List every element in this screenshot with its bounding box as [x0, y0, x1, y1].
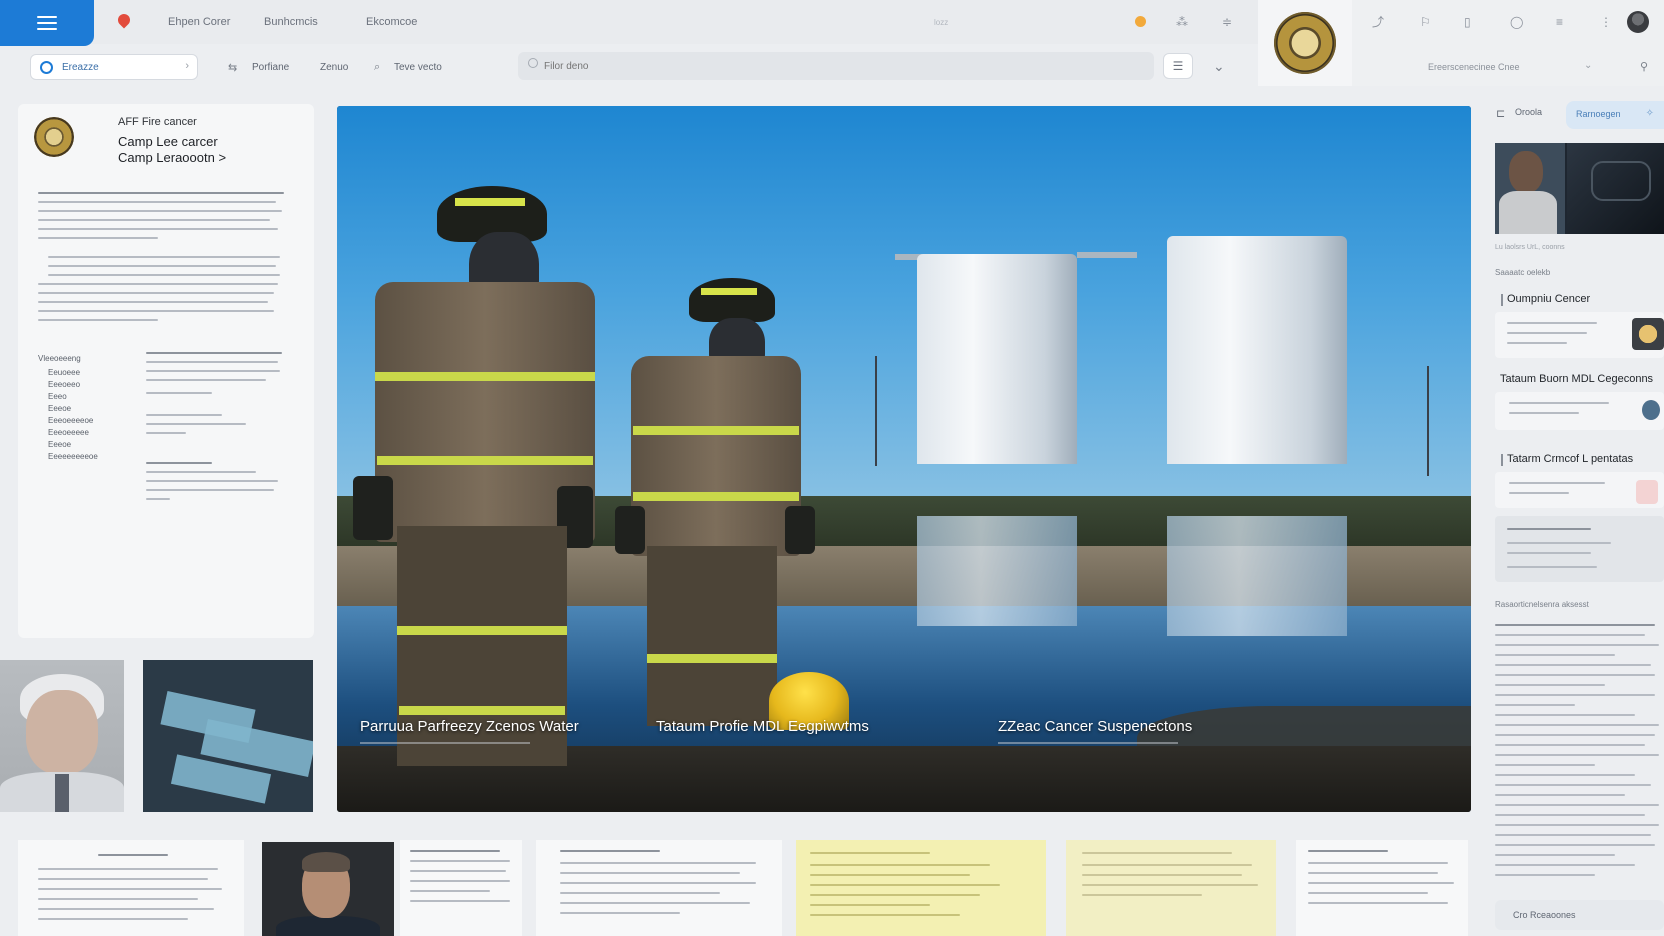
menu-button[interactable]: [0, 0, 94, 46]
more-icon[interactable]: ⋮: [1600, 15, 1612, 29]
load-more-button[interactable]: Cro Rceaoones: [1495, 900, 1664, 930]
translate-icon[interactable]: ⁂: [1176, 15, 1188, 29]
list-item: Eeeoe: [48, 440, 72, 449]
hero-caption-3: ZZeac Cancer Suspenectons: [998, 718, 1193, 735]
video-caption: Lu laolsrs UrL, coonns: [1495, 244, 1565, 251]
list-item: Eeeoeeo: [48, 380, 81, 389]
right-filter[interactable]: Ereerscenecinee Cnee: [1428, 62, 1520, 72]
chevron-down-icon[interactable]: ⌄: [1213, 58, 1225, 75]
list-item: Eeeeeeeeeoe: [48, 452, 98, 461]
avatar[interactable]: [1627, 11, 1649, 33]
search-bar: [518, 52, 1154, 80]
hero-caption-1: Parruua Parfreezy Zcenos Water: [360, 718, 579, 735]
list-item[interactable]: [1495, 392, 1664, 430]
right-toolbar: [1352, 0, 1664, 86]
load-more-label: Cro Rceaoones: [1513, 910, 1576, 920]
person-icon: [1642, 400, 1660, 420]
help-icon[interactable]: ◯: [1510, 15, 1523, 29]
video-thumbnail[interactable]: [1495, 143, 1664, 234]
toolbar-item-3[interactable]: Teve vecto: [394, 62, 442, 73]
doc-thumbnail[interactable]: [400, 840, 522, 936]
trash-icon[interactable]: ▯: [1464, 15, 1471, 29]
breadcrumb[interactable]: Ereazze ›: [30, 54, 198, 80]
doc-title-line2: Camp Lee carcer: [118, 134, 218, 149]
portrait-thumbnail[interactable]: [262, 842, 394, 936]
document-thumbnail[interactable]: [143, 660, 313, 812]
person-icon[interactable]: ⚲: [1640, 60, 1648, 73]
section-label: Saaaatc oelekb: [1495, 268, 1551, 277]
heading-marker: [1501, 454, 1503, 466]
list-item: Eeeoeeeee: [48, 428, 89, 437]
tag-icon: ⌕: [374, 61, 381, 73]
toolbar-item-1[interactable]: Porfiane: [252, 62, 289, 73]
footer-section-label: Rasaorticnelsenra aksesst: [1495, 600, 1589, 609]
list-item: Eeeo: [48, 392, 67, 401]
chevron-right-icon: ›: [185, 60, 189, 72]
gear-icon: ✧: [1645, 108, 1654, 119]
share-icon[interactable]: ⤴: [1372, 15, 1384, 29]
tab-active-label: Rarnoegen: [1576, 109, 1621, 119]
item-title-2[interactable]: Tataum Buorn MDL Cegeconns: [1500, 373, 1653, 385]
doc-section-label: Vleeoeeeng: [38, 354, 81, 363]
filter-chevron-icon[interactable]: ⌄: [1584, 60, 1592, 71]
filter-icon[interactable]: ≑: [1222, 15, 1232, 29]
doc-thumbnail[interactable]: [796, 840, 1046, 936]
tab-active[interactable]: Rarnoegen ✧: [1566, 101, 1664, 129]
list-item: Eeeoe: [48, 404, 72, 413]
heading-marker: [1501, 294, 1503, 306]
hero-image[interactable]: Parruua Parfreezy Zcenos Water Tataum Pr…: [337, 106, 1471, 812]
doc-thumbnail[interactable]: [536, 840, 782, 936]
breadcrumb-label: Ereazze: [62, 62, 99, 73]
seal-tab[interactable]: [1258, 0, 1352, 86]
list-item: Eeuoeee: [48, 368, 81, 377]
item-thumbnail[interactable]: [1632, 318, 1664, 350]
item-title-1[interactable]: Oumpniu Cencer: [1507, 293, 1590, 305]
pdf-icon[interactable]: [1636, 480, 1658, 504]
circle-icon: [40, 61, 53, 74]
sun-icon[interactable]: [1135, 16, 1146, 27]
list-item: Eeeoeeeeoe: [48, 416, 94, 425]
related-box[interactable]: [1495, 516, 1664, 582]
nav-link-2[interactable]: Bunhcmcis: [264, 16, 318, 28]
tab-oroola[interactable]: Oroola: [1515, 107, 1542, 117]
doc-title-line3[interactable]: Camp Leraoootn >: [118, 150, 226, 165]
portrait-thumbnail[interactable]: [0, 660, 124, 812]
nav-link-1[interactable]: Ehpen Corer: [168, 16, 230, 28]
doc-title-line1: AFF Fire cancer: [118, 116, 197, 128]
search-menu-button[interactable]: ☰: [1163, 53, 1193, 79]
flag-icon[interactable]: ⚐: [1420, 15, 1431, 29]
item-title-3[interactable]: Tatarm Crmcof L pentatas: [1507, 453, 1633, 465]
menu-icon: [37, 15, 57, 31]
seal-icon: [1274, 12, 1336, 74]
nav-link-3[interactable]: Ekcomcoe: [366, 16, 417, 28]
hero-caption-2: Tataum Profie MDL Eegpiwvtms: [656, 718, 869, 735]
panel-icon[interactable]: ⊏: [1496, 107, 1505, 120]
seal-icon: [34, 117, 74, 157]
doc-thumbnail[interactable]: [18, 840, 244, 936]
settings-icon[interactable]: ≡: [1556, 15, 1563, 29]
doc-thumbnail[interactable]: [1066, 840, 1276, 936]
top-center-text: lozz: [934, 18, 949, 27]
toolbar-item-2[interactable]: Zenuo: [320, 62, 348, 73]
search-icon: [528, 58, 538, 68]
search-input[interactable]: [544, 57, 1124, 75]
doc-thumbnail[interactable]: [1296, 840, 1468, 936]
list-icon: ⇆: [228, 62, 238, 74]
